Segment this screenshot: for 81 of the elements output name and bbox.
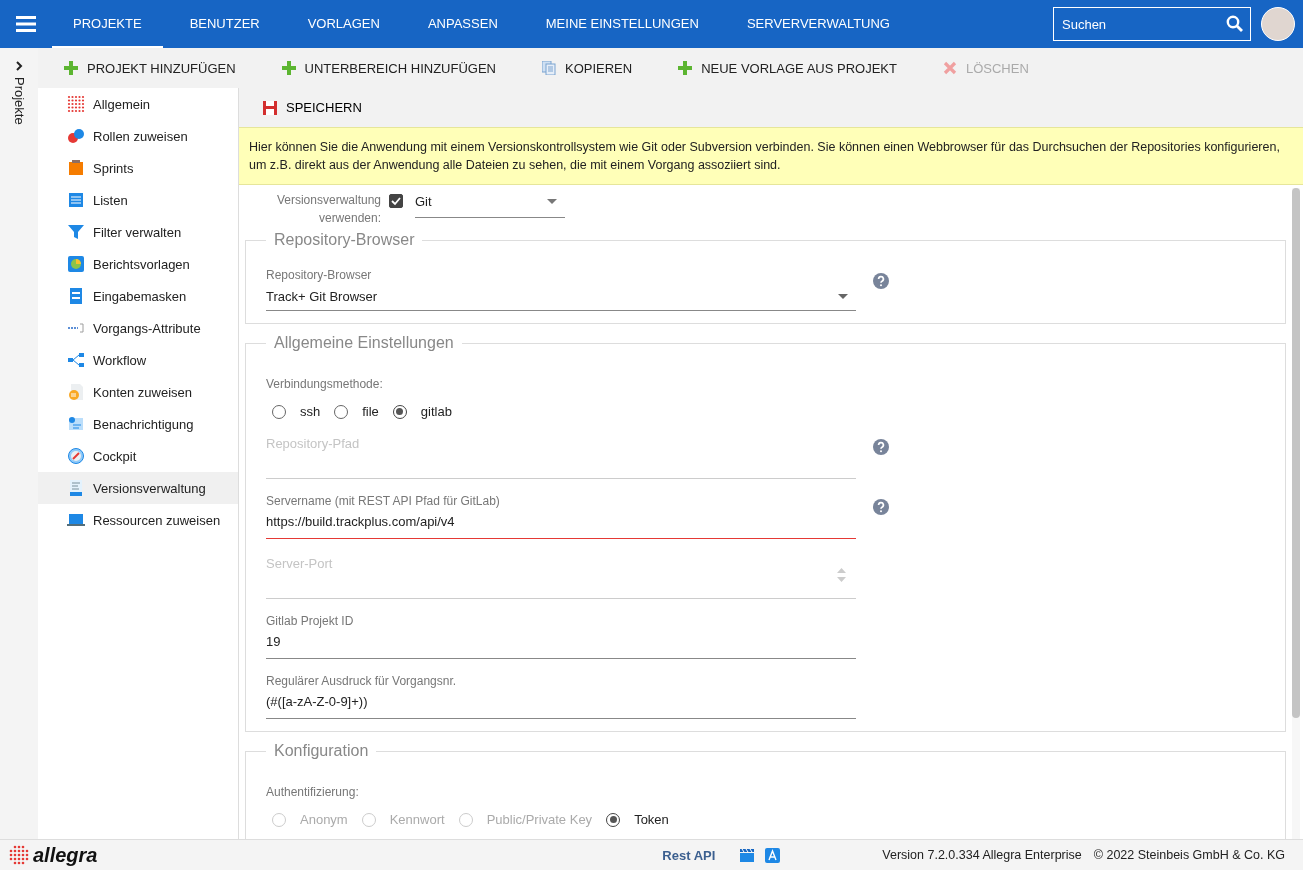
plus-icon [281,61,296,75]
laptop-icon [67,511,85,529]
field-label: Repository-Browser [266,267,373,283]
document-icon [67,479,85,497]
toolbar-button[interactable]: UNTERBEREICH HINZUFÜGEN [281,56,496,80]
scrollbar[interactable] [1292,188,1300,839]
radio-option[interactable]: ssh [272,404,321,419]
nav-tab[interactable]: ANPASSEN [406,0,519,48]
copy-icon [541,61,556,75]
filter-icon [67,223,85,241]
save-button[interactable]: SPEICHERN [263,96,362,119]
help-icon[interactable] [873,439,889,455]
sidebar-item[interactable]: Cockpit [38,440,238,472]
nav-tab[interactable]: BENUTZER [168,0,281,48]
toolbar-button[interactable]: KOPIEREN [541,56,633,80]
dot-grid-icon [8,844,30,866]
caret-icon [838,294,848,299]
radio-option[interactable]: Token [606,812,669,827]
dropdown[interactable]: Track+ Git Browser [266,283,856,311]
chevron-icon[interactable] [15,61,23,71]
field-label: Gitlab Projekt ID [266,613,355,629]
info-message: Hier können Sie die Anwendung mit einem Versionskontrollsystem wie Git oder Subversion verbinden. Sie können einen Webbrowser für das Durchsuchen der Repositories konfigurieren, um z.B. direkt aus der Anwendung alle Dateien zu sehen, die mit einem Vorgang assoziiert sind. [239,127,1303,185]
avatar[interactable] [1261,7,1295,41]
gear-document-icon [67,415,85,433]
help-icon[interactable] [873,499,889,515]
field-label: Regulärer Ausdruck für Vorgangsnr. [266,673,458,689]
close-icon [942,61,957,75]
search-icon[interactable] [1226,15,1243,32]
radio-option[interactable]: gitlab [392,404,452,419]
sidebar-item[interactable]: Ressourcen zuweisen [38,504,238,536]
nav-tab[interactable]: SERVERVERWALTUNG [725,0,911,48]
sidebar-item[interactable]: Konten zuweisen [38,376,238,408]
toolbar-button[interactable]: PROJEKT HINZUFÜGEN [64,56,236,80]
toolbar-button[interactable]: NEUE VORLAGE AUS PROJEKT [678,56,897,80]
rest-api-link[interactable]: Rest API [662,847,716,863]
letter-badge-icon[interactable] [765,847,781,863]
sidebar-item[interactable]: Eingabemasken [38,280,238,312]
field-label: Servername (mit REST API Pfad für GitLab) [266,493,501,509]
input-field[interactable]: Server-Port [266,553,856,599]
input-field[interactable]: (#([a-zA-Z-0-9]+)) [266,689,856,719]
sidebar-item[interactable]: Vorgangs-Attribute [38,312,238,344]
pie-chart-icon [67,255,85,273]
compass-icon [67,447,85,465]
field-label: Verbindungsmethode: [266,376,384,392]
nav-tab[interactable]: MEINE EINSTELLUNGEN [524,0,720,48]
sidebar-item[interactable]: Filter verwalten [38,216,238,248]
caret-icon [547,198,557,204]
group-title: Konfiguration [273,742,370,760]
dot-grid-icon [67,95,85,113]
sidebar-item[interactable]: Benachrichtigung [38,408,238,440]
form-icon [67,287,85,305]
input-field[interactable]: Repository-Pfad [266,433,856,479]
group-title: Allgemeine Einstellungen [273,334,455,352]
input-field[interactable]: https://build.trackplus.com/api/v4 [266,509,856,539]
coin-icon [67,383,85,401]
search-field[interactable]: Suchen [1053,7,1251,41]
field-label: Authentifizierung: [266,784,360,800]
radio-option[interactable]: file [334,404,379,419]
plus-icon [64,61,78,75]
field-label: Versionsverwaltung verwenden: [275,192,381,227]
sidebar-item[interactable]: Listen [38,184,238,216]
sidebar-item[interactable]: Workflow [38,344,238,376]
sidebar-item[interactable]: Allgemein [38,88,238,120]
input-field[interactable]: 19 [266,629,856,659]
list-icon [67,191,85,209]
nav-tab[interactable]: VORLAGEN [286,0,401,48]
help-icon[interactable] [873,273,889,289]
group-title: Repository-Browser [273,231,416,249]
clapperboard-icon[interactable] [739,847,756,863]
checkbox[interactable] [389,194,403,208]
sidebar-item[interactable]: Sprints [38,152,238,184]
dropdown[interactable]: Git [415,191,565,218]
version-text: Version 7.2.0.334 Allegra Enterprise [882,848,1082,862]
sidebar-item[interactable]: Rollen zuweisen [38,120,238,152]
sidebar-item[interactable]: Berichtsvorlagen [38,248,238,280]
plus-icon [678,61,693,75]
copyright-text: © 2022 Steinbeis GmbH & Co. KG [1093,848,1285,862]
logo-text: allegra [33,843,98,867]
sidebar-item[interactable]: Versionsverwaltung [38,472,238,504]
panel-label[interactable]: Projekte [11,77,27,125]
workflow-icon [67,351,85,369]
